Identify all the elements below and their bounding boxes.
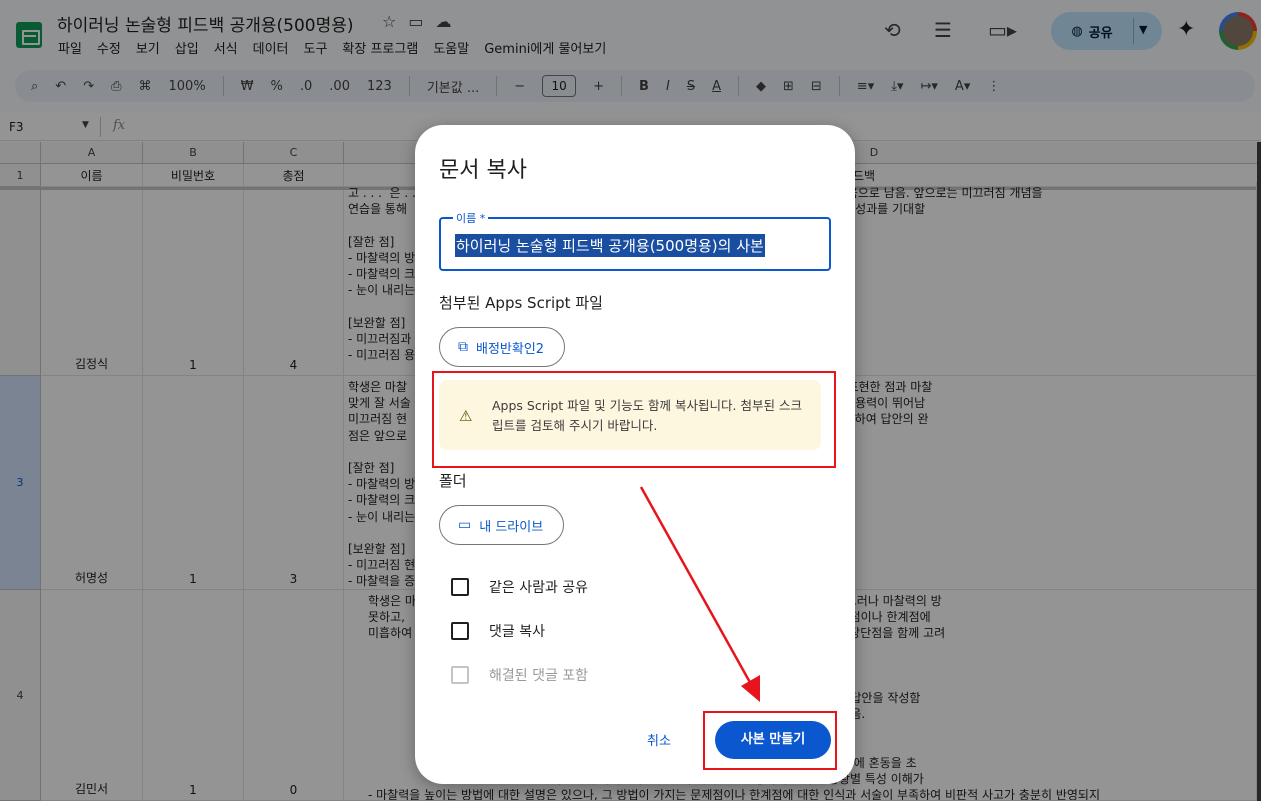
annotation-arrow	[639, 486, 760, 702]
